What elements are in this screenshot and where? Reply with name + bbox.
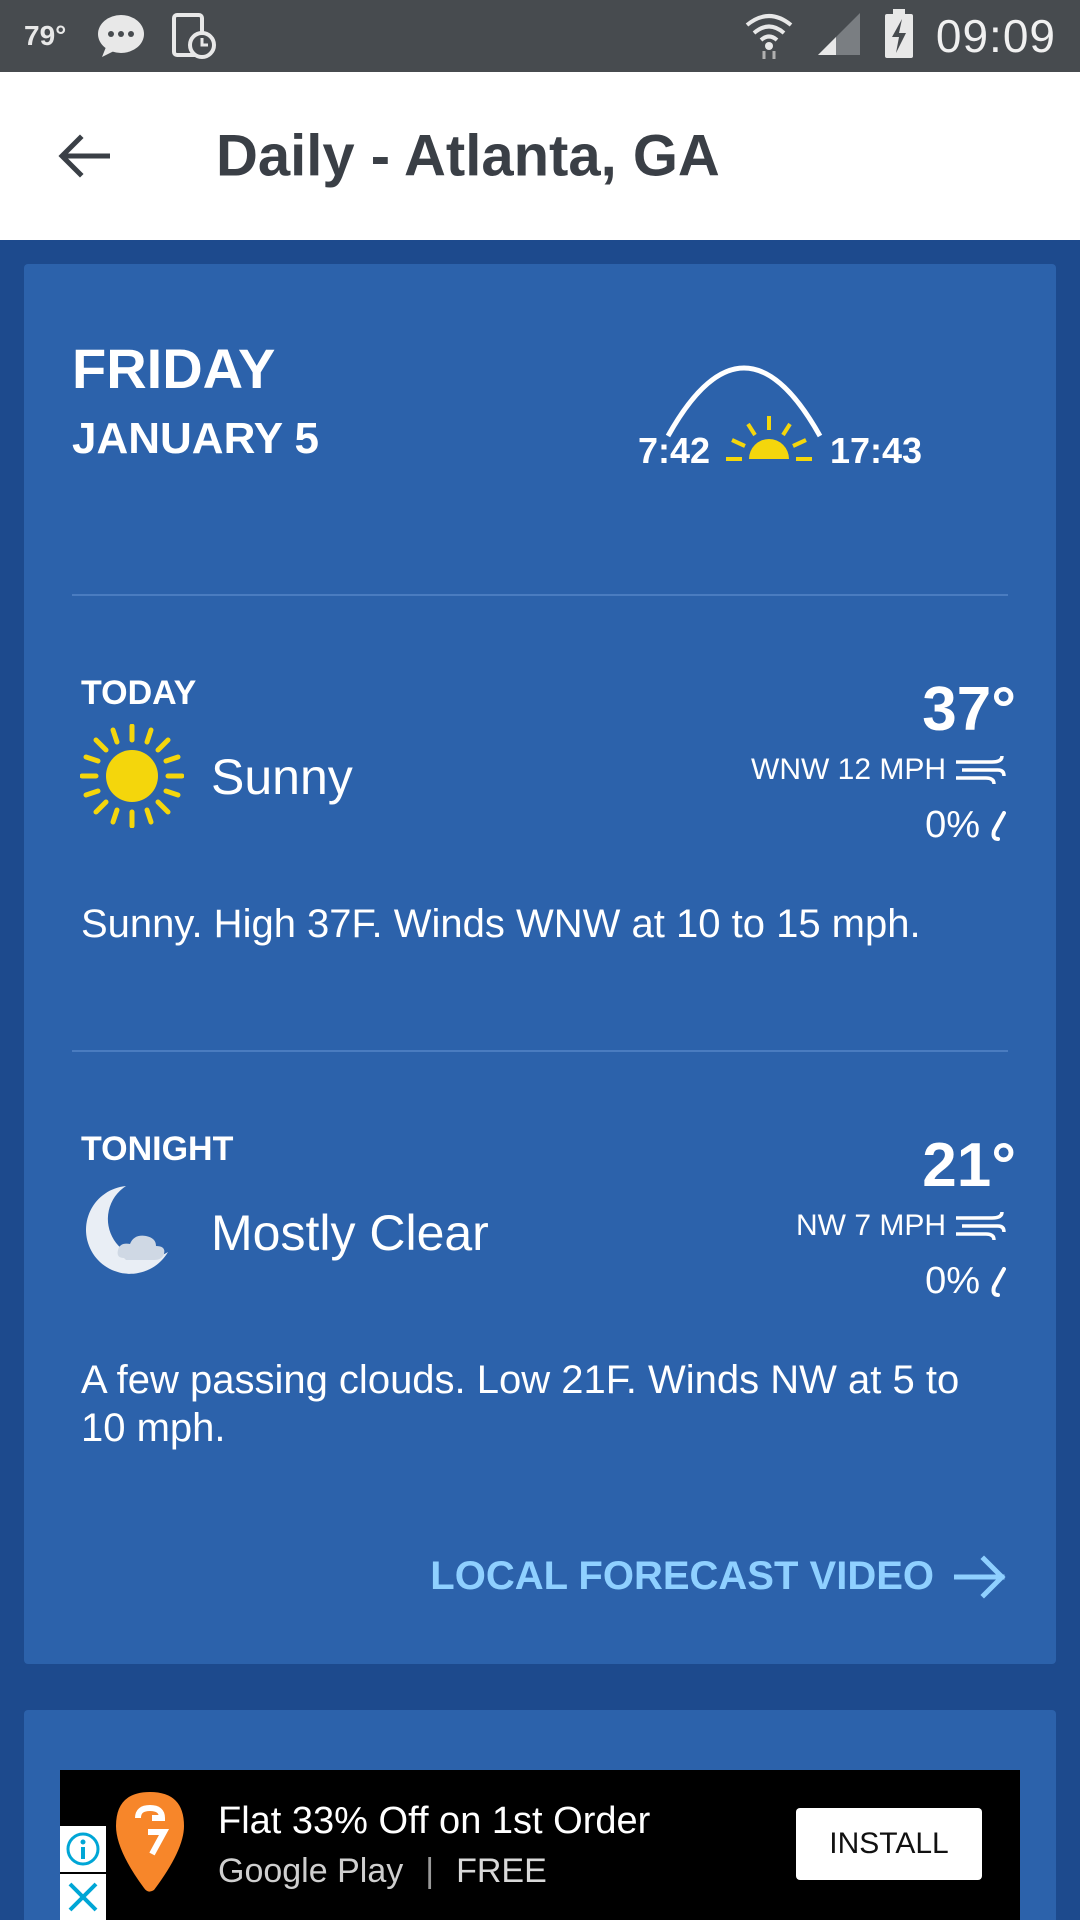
install-button[interactable]: INSTALL xyxy=(796,1808,982,1880)
ad-banner[interactable]: Flat 33% Off on 1st Order Google Play | … xyxy=(60,1770,1020,1920)
app-bar: Daily - Atlanta, GA xyxy=(0,72,1080,240)
temperature-tonight: 21° xyxy=(922,1131,1016,1200)
raindrop-icon xyxy=(991,1266,1006,1297)
period-label-today: TODAY xyxy=(81,674,197,712)
period-label-tonight: TONIGHT xyxy=(81,1130,234,1168)
ad-close-icon[interactable] xyxy=(60,1874,106,1920)
arrow-forward-icon xyxy=(954,1554,1006,1599)
sunrise-time: 7:42 xyxy=(638,430,711,471)
ad-title: Flat 33% Off on 1st Order xyxy=(218,1800,651,1842)
local-forecast-video-label: LOCAL FORECAST VIDEO xyxy=(430,1554,934,1598)
sunset-time: 17:43 xyxy=(830,430,923,471)
condition-text-tonight: Mostly Clear xyxy=(211,1205,489,1261)
precip-tonight: 0% xyxy=(925,1260,1006,1303)
wifi-icon xyxy=(744,9,794,64)
wind-text-tonight: NW 7 MPH xyxy=(796,1209,946,1242)
divider xyxy=(72,594,1008,596)
divider xyxy=(72,1050,1008,1052)
local-forecast-video-link[interactable]: LOCAL FORECAST VIDEO xyxy=(430,1554,1008,1599)
sunrise-sun-icon xyxy=(726,416,812,461)
status-bar: 79° 09:09 xyxy=(0,0,1080,72)
ad-subtitle: Google Play | FREE xyxy=(218,1852,547,1891)
precip-text-tonight: 0% xyxy=(925,1260,980,1302)
moon-cloud-icon xyxy=(86,1186,168,1274)
arrow-back-icon xyxy=(58,134,110,178)
chat-bubble-icon xyxy=(96,13,146,59)
day-date: JANUARY 5 xyxy=(72,414,319,463)
wind-text-today: WNW 12 MPH xyxy=(751,753,946,786)
ad-store: Google Play xyxy=(218,1852,404,1890)
battery-charging-icon xyxy=(884,8,914,64)
condition-text-today: Sunny xyxy=(211,749,353,805)
precip-today: 0% xyxy=(925,804,1006,847)
wind-icon xyxy=(956,1211,1006,1241)
wind-icon xyxy=(956,755,1006,785)
device-clock-icon xyxy=(172,13,217,59)
day-name: FRIDAY xyxy=(72,337,276,400)
description-tonight: A few passing clouds. Low 21F. Winds NW … xyxy=(81,1358,960,1450)
description-today: Sunny. High 37F. Winds WNW at 10 to 15 m… xyxy=(81,902,921,946)
raindrop-icon xyxy=(991,810,1006,841)
ad-price: FREE xyxy=(456,1852,547,1890)
wind-today: WNW 12 MPH xyxy=(751,752,1006,788)
status-clock: 09:09 xyxy=(935,10,1056,62)
daily-forecast-card: FRIDAY JANUARY 5 7:42 17:43 TODAY Sunny … xyxy=(24,264,1056,1664)
status-temperature: 79° xyxy=(24,20,67,51)
signal-icon xyxy=(816,11,862,62)
ad-info-icon[interactable] xyxy=(60,1826,106,1872)
sun-icon xyxy=(80,724,184,828)
wind-tonight: NW 7 MPH xyxy=(796,1208,1006,1244)
page-title: Daily - Atlanta, GA xyxy=(216,123,720,189)
temperature-today: 37° xyxy=(922,675,1016,744)
ad-separator: | xyxy=(425,1852,435,1890)
precip-text-today: 0% xyxy=(925,804,980,846)
back-button[interactable] xyxy=(52,124,116,188)
swiggy-logo-icon xyxy=(116,1792,184,1892)
